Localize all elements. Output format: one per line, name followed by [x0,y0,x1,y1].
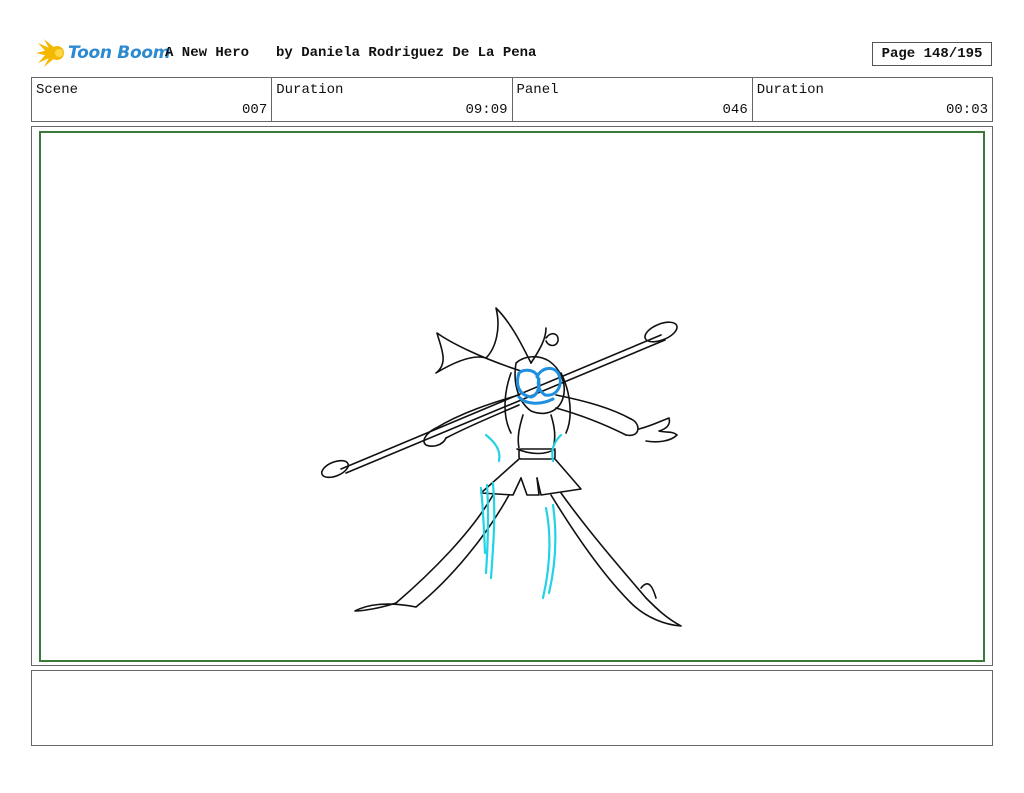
scene-duration-label: Duration [276,82,344,98]
author-credit: by Daniela Rodriguez De La Pena [276,45,537,61]
toon-boom-burst-icon [36,39,64,67]
scene-cell: Scene 007 [32,78,273,121]
scene-duration-cell: Duration 09:09 [272,78,513,121]
panel-info-row: Scene 007 Duration 09:09 Panel 046 Durat… [31,77,993,122]
scene-label: Scene [36,82,79,98]
logo-text: Toon Boom [68,43,171,63]
storyboard-panel-canvas [39,131,985,662]
panel-cell: Panel 046 [513,78,753,121]
panel-label: Panel [516,82,559,98]
scene-value: 007 [242,102,268,118]
character-sketch-illustration [320,307,682,627]
page-indicator: Page 148/195 [872,42,992,66]
panel-duration-label: Duration [756,82,824,98]
scene-duration-value: 09:09 [465,102,508,118]
panel-value: 046 [722,102,748,118]
panel-notes-box [31,670,993,746]
storyboard-panel-frame [31,126,993,666]
project-title: A New Hero [165,45,250,61]
panel-duration-value: 00:03 [945,102,988,118]
panel-duration-cell: Duration 00:03 [753,78,992,121]
toon-boom-logo: Toon Boom [32,37,170,69]
